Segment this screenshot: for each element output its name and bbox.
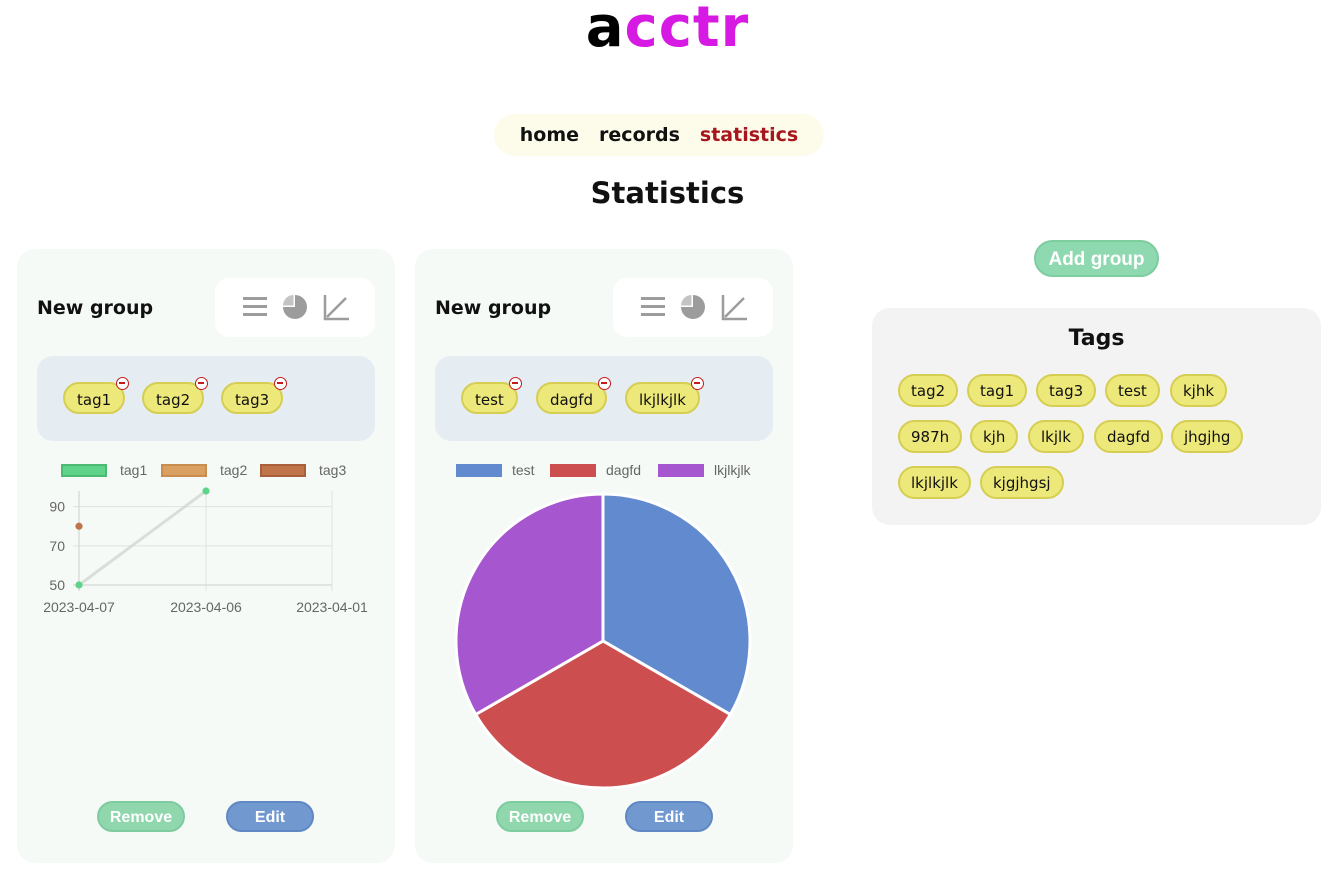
legend-label: lkjlkjlk [714,462,751,478]
legend-swatch [161,464,207,477]
line-chart: 50 70 90 2023-04-07 2023-04-06 2023-04-01 [43,487,368,615]
tag-chip[interactable]: tag3 [221,377,288,414]
remove-tag-icon[interactable] [598,377,612,390]
pie-icon[interactable] [681,295,705,319]
remove-tag-icon[interactable] [690,377,704,390]
edit-group-button[interactable]: Edit [625,801,713,832]
tag-chip[interactable]: tag2 [898,374,959,407]
group-title: New group [435,297,552,319]
tag-chip[interactable]: test [1105,374,1160,407]
data-point [75,581,83,589]
page-title: Statistics [590,176,745,210]
remove-tag-icon[interactable] [195,377,209,390]
tag-chip[interactable]: tag3 [1036,374,1097,407]
tag-chip[interactable]: kjh [970,420,1019,453]
tag-label: test [475,391,504,409]
legend-swatch [550,464,596,477]
data-point [202,487,210,495]
pie-icon[interactable] [283,295,307,319]
line-chart-icon[interactable] [323,295,349,321]
pie-chart [454,492,752,790]
x-tick-label: 2023-04-07 [43,599,115,615]
legend-label: tag1 [120,462,148,478]
remove-group-button[interactable]: Remove [97,801,185,832]
group-tags: test dagfd lkjlkjlk [435,356,773,441]
tag-chip[interactable]: lkjlk [1028,420,1084,453]
logo-rest: cctr [624,0,750,60]
legend-label: tag2 [220,462,248,478]
tag-chip[interactable]: test [461,377,522,414]
add-group-button[interactable]: Add group [1034,240,1159,277]
tag-chip[interactable]: dagfd [536,377,612,414]
tag-chip[interactable]: tag1 [63,377,130,414]
list-icon[interactable] [243,295,267,319]
tag-label: lkjlkjlk [639,391,686,409]
legend-label: test [512,462,535,478]
nav-records[interactable]: records [599,124,680,146]
tag-chip[interactable]: lkjlkjlk [625,377,704,414]
edit-group-button[interactable]: Edit [226,801,314,832]
tag-chip[interactable]: kjgjhgsj [980,466,1064,499]
nav-statistics[interactable]: statistics [700,124,798,146]
tags-panel: Tags tag2 tag1 tag3 test kjhk 987h kjh l… [872,308,1321,525]
app-logo: acctr [0,0,1335,60]
list-icon[interactable] [641,295,665,319]
tag-chip[interactable]: tag1 [967,374,1028,407]
tag-chip[interactable]: dagfd [1094,420,1164,453]
tag-label: tag1 [77,391,112,409]
tag-label: tag3 [235,391,270,409]
series-line [78,489,207,587]
tag-chip[interactable]: jhgjhg [1171,420,1244,453]
line-chart-icon[interactable] [721,295,747,321]
legend-swatch [658,464,704,477]
tag-label: tag2 [156,391,191,409]
remove-tag-icon[interactable] [508,377,522,390]
tag-chip[interactable]: 987h [898,420,963,453]
tags-panel-title: Tags [1068,326,1125,351]
legend-label: tag3 [319,462,347,478]
legend-label: dagfd [606,462,642,478]
main-nav: home records statistics [494,114,824,156]
legend-swatch [456,464,502,477]
data-point [75,522,83,530]
remove-tag-icon[interactable] [116,377,130,390]
nav-home[interactable]: home [520,124,579,146]
x-tick-label: 2023-04-06 [170,599,242,615]
tag-chip[interactable]: kjhk [1170,374,1228,407]
view-switcher [613,278,773,337]
group-tags: tag1 tag2 tag3 [37,356,375,441]
logo-first-letter: a [585,0,625,60]
tag-chip[interactable]: lkjlkjlk [898,466,971,499]
legend-swatch [61,464,107,477]
group-card: New group test dagfd lkjlkjlk test dagfd… [415,249,793,863]
x-tick-label: 2023-04-01 [296,599,368,615]
remove-tag-icon[interactable] [274,377,288,390]
view-switcher [215,278,375,337]
remove-group-button[interactable]: Remove [496,801,584,832]
y-tick-label: 90 [49,499,65,515]
group-title: New group [37,297,154,319]
group-card: New group tag1 tag2 tag3 tag1 tag2 tag3 … [17,249,395,863]
tag-label: dagfd [550,391,594,409]
tag-chip[interactable]: tag2 [142,377,209,414]
legend-swatch [260,464,306,477]
y-tick-label: 70 [49,538,65,554]
y-tick-label: 50 [49,577,65,593]
